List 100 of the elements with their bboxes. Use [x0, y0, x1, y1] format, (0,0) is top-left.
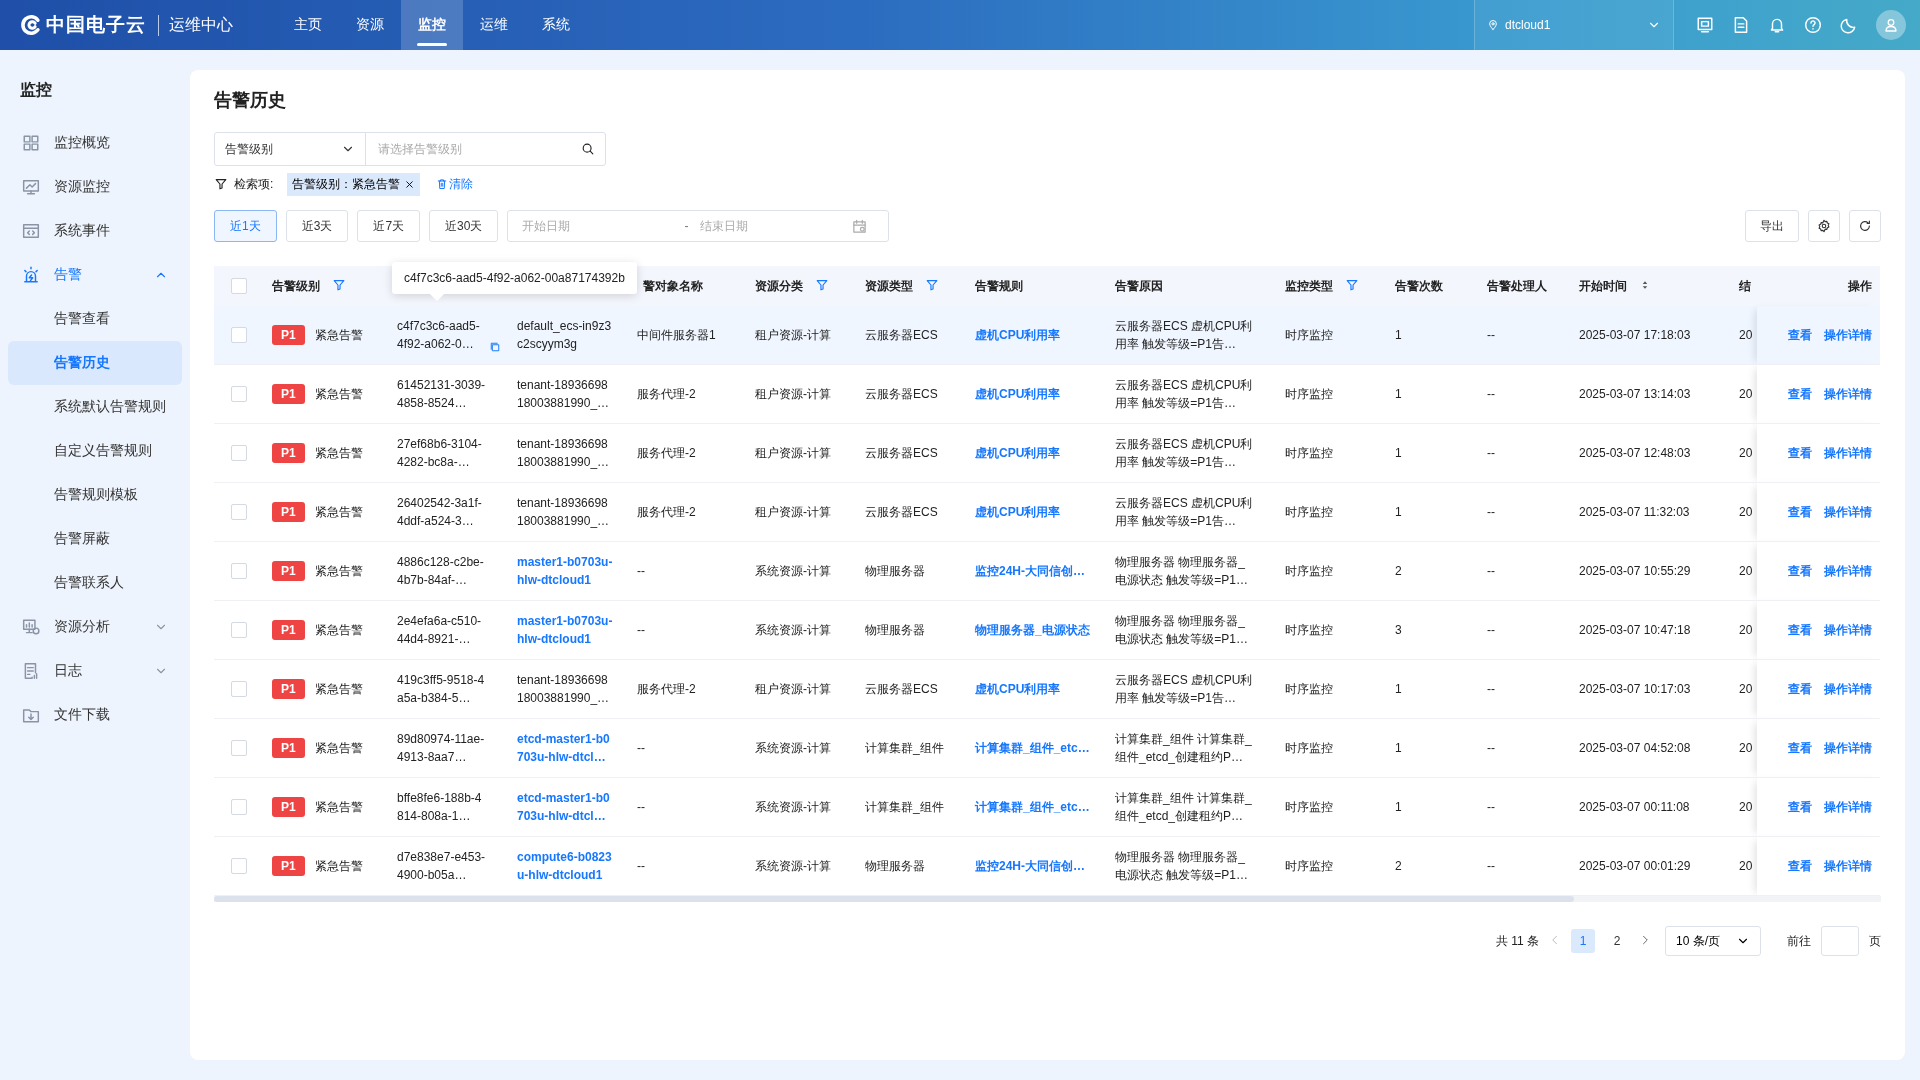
action-link[interactable]: 操作详情	[1824, 564, 1872, 578]
refresh-button[interactable]	[1849, 210, 1881, 242]
sidebar-subitem[interactable]: 系统默认告警规则	[8, 385, 182, 429]
sidebar-subitem[interactable]: 告警历史	[8, 341, 182, 385]
sidebar-subitem[interactable]: 告警屏蔽	[8, 517, 182, 561]
rule-link[interactable]: 虚机CPU利用率	[975, 505, 1061, 519]
action-link[interactable]: 查看	[1788, 741, 1812, 755]
sidebar-subitem[interactable]: 告警规则模板	[8, 473, 182, 517]
start-time: 2025-03-07 11:32:03	[1579, 505, 1690, 519]
action-link[interactable]: 查看	[1788, 800, 1812, 814]
action-link[interactable]: 操作详情	[1824, 387, 1872, 401]
range-button[interactable]: 近7天	[357, 210, 421, 242]
nav-tab[interactable]: 系统	[525, 0, 587, 50]
action-link[interactable]: 操作详情	[1824, 741, 1872, 755]
page-button[interactable]: 1	[1571, 929, 1595, 953]
goto-field[interactable]	[1821, 926, 1859, 956]
rule-link[interactable]: 计算集群_组件_etc…	[975, 800, 1090, 814]
nav-tab[interactable]: 运维	[463, 0, 525, 50]
range-button[interactable]: 近30天	[429, 210, 499, 242]
rule-link[interactable]: 虚机CPU利用率	[975, 328, 1061, 342]
sidebar-subitem[interactable]: 告警联系人	[8, 561, 182, 605]
handler-text: --	[1487, 859, 1495, 873]
rule-link[interactable]: 虚机CPU利用率	[975, 446, 1061, 460]
action-link[interactable]: 查看	[1788, 682, 1812, 696]
sidebar-item[interactable]: 监控概览	[0, 121, 182, 165]
sidebar-item[interactable]: 文件下载	[0, 693, 182, 737]
action-link[interactable]: 操作详情	[1824, 623, 1872, 637]
user-avatar[interactable]	[1876, 10, 1906, 40]
priority-badge: P1	[272, 856, 305, 876]
page-button[interactable]: 2	[1605, 929, 1629, 953]
action-link[interactable]: 操作详情	[1824, 446, 1872, 460]
alarm-light-icon	[22, 266, 40, 284]
rule-link[interactable]: 物理服务器_电源状态	[975, 623, 1090, 637]
goto-label: 前往	[1787, 932, 1811, 950]
action-link[interactable]: 查看	[1788, 446, 1812, 460]
action-link[interactable]: 查看	[1788, 859, 1812, 873]
sidebar-item[interactable]: 告警	[0, 253, 182, 297]
object-link[interactable]: master1-b0703u-hlw-dtcloud1	[517, 612, 614, 648]
clear-link[interactable]: 清除	[436, 175, 474, 193]
alert-id: bffe8fe6-188b-4814-808a-1…	[397, 790, 483, 825]
monitor-type: 时序监控	[1285, 859, 1333, 873]
reason-text: 计算集群_组件 计算集群_组件_etcd_创建租约P…	[1115, 791, 1252, 823]
row-checkbox[interactable]	[231, 504, 247, 520]
object-name: --	[637, 623, 645, 637]
nav-tab[interactable]: 主页	[277, 0, 339, 50]
help-icon	[1804, 16, 1822, 34]
reason-text: 云服务器ECS 虚机CPU利用率 触发等级=P1告…	[1115, 673, 1253, 705]
object-name: --	[637, 564, 645, 578]
rule-link[interactable]: 监控24H-大同信创…	[975, 859, 1085, 873]
row-checkbox[interactable]	[231, 386, 247, 402]
document-chart-icon	[22, 662, 40, 680]
region-select[interactable]: dtcloud1	[1474, 0, 1674, 50]
sidebar-item[interactable]: 资源监控	[0, 165, 182, 209]
field-select[interactable]: 告警级别	[215, 133, 366, 165]
search-field[interactable]: 告警级别 请选择告警级别	[214, 132, 606, 166]
horizontal-scrollbar[interactable]	[214, 896, 1881, 902]
range-button[interactable]: 近3天	[285, 210, 349, 242]
rule-link[interactable]: 计算集群_组件_etc…	[975, 741, 1090, 755]
nav-tab[interactable]: 监控	[401, 0, 463, 50]
row-checkbox[interactable]	[231, 445, 247, 461]
copy-icon	[489, 341, 501, 353]
action-link[interactable]: 操作详情	[1824, 682, 1872, 696]
sidebar-item[interactable]: 日志	[0, 649, 182, 693]
object-link[interactable]: compute6-b0823u-hlw-dtcloud1	[517, 848, 614, 884]
row-checkbox[interactable]	[231, 563, 247, 579]
object-link[interactable]: master1-b0703u-hlw-dtcloud1	[517, 553, 614, 589]
sidebar-item[interactable]: 系统事件	[0, 209, 182, 253]
settings-button[interactable]	[1808, 210, 1840, 242]
reason-text: 计算集群_组件 计算集群_组件_etcd_创建租约P…	[1115, 732, 1252, 764]
object-link[interactable]: etcd-master1-b0703u-hlw-dtcl…	[517, 789, 614, 825]
date-range-field[interactable]: 开始日期 - 结束日期	[507, 210, 890, 242]
filter-tag[interactable]: 告警级别：紧急告警	[287, 172, 421, 196]
column-header: 资源分类	[755, 277, 803, 295]
action-link[interactable]: 查看	[1788, 623, 1812, 637]
action-link[interactable]: 操作详情	[1824, 859, 1872, 873]
rule-link[interactable]: 监控24H-大同信创…	[975, 564, 1085, 578]
row-checkbox[interactable]	[231, 622, 247, 638]
export-button[interactable]: 导出	[1745, 210, 1799, 242]
row-checkbox[interactable]	[231, 327, 247, 343]
action-link[interactable]: 查看	[1788, 387, 1812, 401]
row-checkbox[interactable]	[231, 858, 247, 874]
row-checkbox[interactable]	[231, 799, 247, 815]
action-link[interactable]: 查看	[1788, 505, 1812, 519]
action-link[interactable]: 操作详情	[1824, 328, 1872, 342]
page-size-select[interactable]: 10 条/页	[1665, 926, 1761, 956]
row-checkbox[interactable]	[231, 681, 247, 697]
action-link[interactable]: 操作详情	[1824, 505, 1872, 519]
sidebar-item[interactable]: 资源分析	[0, 605, 182, 649]
object-link[interactable]: etcd-master1-b0703u-hlw-dtcl…	[517, 730, 614, 766]
nav-tab[interactable]: 资源	[339, 0, 401, 50]
sidebar-subitem[interactable]: 告警查看	[8, 297, 182, 341]
select-all-checkbox[interactable]	[231, 278, 247, 294]
row-checkbox[interactable]	[231, 740, 247, 756]
action-link[interactable]: 操作详情	[1824, 800, 1872, 814]
sidebar-subitem[interactable]: 自定义告警规则	[8, 429, 182, 473]
range-button[interactable]: 近1天	[214, 210, 277, 242]
action-link[interactable]: 查看	[1788, 564, 1812, 578]
rule-link[interactable]: 虚机CPU利用率	[975, 682, 1061, 696]
action-link[interactable]: 查看	[1788, 328, 1812, 342]
rule-link[interactable]: 虚机CPU利用率	[975, 387, 1061, 401]
